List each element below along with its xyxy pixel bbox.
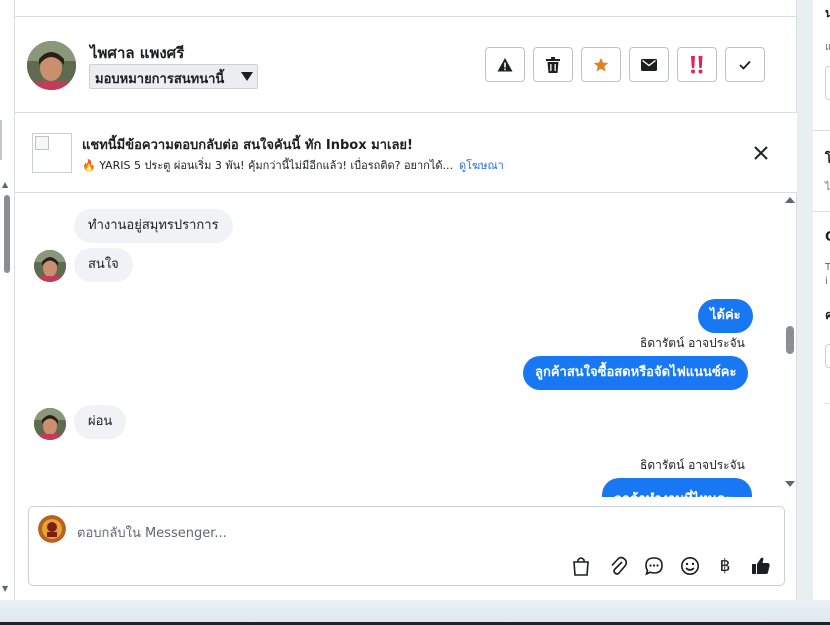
- divider: [813, 211, 830, 212]
- thread-scroll-up-arrow[interactable]: [785, 197, 795, 203]
- broken-image-icon: [35, 136, 49, 150]
- double-exclamation-icon: [691, 55, 703, 73]
- delete-button[interactable]: [533, 47, 573, 82]
- divider: [813, 130, 830, 131]
- sender-name: ธิดารัตน์ อาจประจัน: [640, 458, 745, 472]
- message-bubble-outgoing: ลูกค้าสนใจซื้อสดหรือจัดไฟแนนซ์คะ: [523, 356, 749, 390]
- details-heading-fragment: ค: [825, 308, 830, 322]
- ad-referral-banner: แชทนี้มีข้อความตอบกลับต่อ สนใจคันนี้ ทัก…: [15, 113, 797, 193]
- sender-name: ธิดารัตน์ อาจประจัน: [640, 336, 745, 350]
- ad-description: 🔥 YARIS 5 ประตู ผ่อนเริ่ม 3 พัน! คุ้มกว่…: [82, 156, 504, 174]
- message-thread[interactable]: ทำงานอยู่สมุทรปราการ สนใจ ได้ค่ะ ธิดารัต…: [15, 194, 797, 497]
- right-details-panel-edge: น แ โ ไ C T i ค: [813, 0, 830, 600]
- close-icon[interactable]: [752, 144, 770, 162]
- spam-warning-button[interactable]: [485, 47, 525, 82]
- reply-composer[interactable]: ตอบกลับใน Messenger... ฿: [28, 506, 785, 586]
- follow-up-button[interactable]: [677, 47, 717, 82]
- payment-baht-icon[interactable]: ฿: [714, 555, 736, 577]
- list-scroll-down-arrow[interactable]: ▼: [2, 584, 8, 593]
- list-scrollbar-thumb[interactable]: [4, 195, 10, 273]
- conversation-header: ไพศาล แพงศรี มอบหมายการสนทนานี้: [15, 17, 797, 113]
- list-edge-mark: [0, 120, 2, 160]
- divider: [825, 403, 830, 404]
- conversation-panel: ไพศาล แพงศรี มอบหมายการสนทนานี้ แชทนี้มี…: [15, 0, 797, 600]
- ad-title: แชทนี้มีข้อความตอบกลับต่อ สนใจคันนี้ ทัก…: [82, 138, 413, 153]
- envelope-icon: [641, 58, 657, 71]
- details-text-fragment: แ: [825, 42, 830, 53]
- trash-icon: [546, 56, 560, 73]
- assign-conversation-select[interactable]: มอบหมายการสนทนานี้: [89, 64, 258, 89]
- contact-name[interactable]: ไพศาล แพงศรี: [90, 41, 184, 65]
- message-bubble-outgoing: ได้ค่ะ: [698, 299, 753, 333]
- contact-avatar-small: [34, 408, 66, 440]
- details-field-edge[interactable]: [825, 344, 830, 368]
- shop-bag-icon[interactable]: [570, 555, 592, 577]
- message-bubble-incoming: สนใจ: [74, 248, 133, 282]
- thumbs-up-icon[interactable]: [750, 555, 772, 577]
- details-text-fragment: ไ: [825, 182, 830, 193]
- thread-scrollbar-thumb[interactable]: [786, 326, 794, 354]
- message-bubble-incoming: ทำงานอยู่สมุทรปราการ: [74, 209, 233, 243]
- details-heading-fragment: โ: [825, 152, 830, 167]
- warning-icon: [497, 57, 513, 71]
- left-conversation-list-edge: ▲ ▼: [0, 0, 15, 600]
- view-ad-link[interactable]: ดูโฆษณา: [459, 159, 504, 172]
- chevron-down-icon: [241, 72, 253, 81]
- details-heading-fragment: น: [825, 6, 830, 20]
- page-avatar: [38, 515, 66, 543]
- details-text-fragment: i: [825, 276, 828, 287]
- checkmark-icon: [739, 60, 751, 70]
- mark-unread-button[interactable]: [629, 47, 669, 82]
- message-bubble-outgoing-partial: ลูกค้าทำงานที่ไหนคะ: [602, 478, 752, 497]
- details-text-fragment: T: [825, 262, 830, 273]
- emoji-icon[interactable]: [679, 555, 701, 577]
- message-bubble-incoming: ผ่อน: [74, 405, 127, 439]
- details-heading-fragment: C: [825, 230, 830, 245]
- reply-input[interactable]: ตอบกลับใน Messenger...: [77, 522, 227, 543]
- star-icon: [593, 57, 609, 71]
- ad-thumbnail[interactable]: [32, 133, 72, 173]
- attachment-icon[interactable]: [607, 555, 629, 577]
- mark-done-button[interactable]: [725, 47, 765, 82]
- contact-avatar[interactable]: [27, 41, 76, 90]
- saved-reply-icon[interactable]: [643, 555, 665, 577]
- list-scroll-up-arrow[interactable]: ▲: [2, 180, 8, 189]
- star-button[interactable]: [581, 47, 621, 82]
- details-field-edge[interactable]: [825, 66, 830, 100]
- contact-avatar-small: [34, 250, 66, 282]
- ad-description-text: 🔥 YARIS 5 ประตู ผ่อนเริ่ม 3 พัน! คุ้มกว่…: [82, 159, 453, 172]
- thread-scroll-down-arrow[interactable]: [785, 481, 795, 487]
- assign-select-label: มอบหมายการสนทนานี้: [95, 72, 225, 87]
